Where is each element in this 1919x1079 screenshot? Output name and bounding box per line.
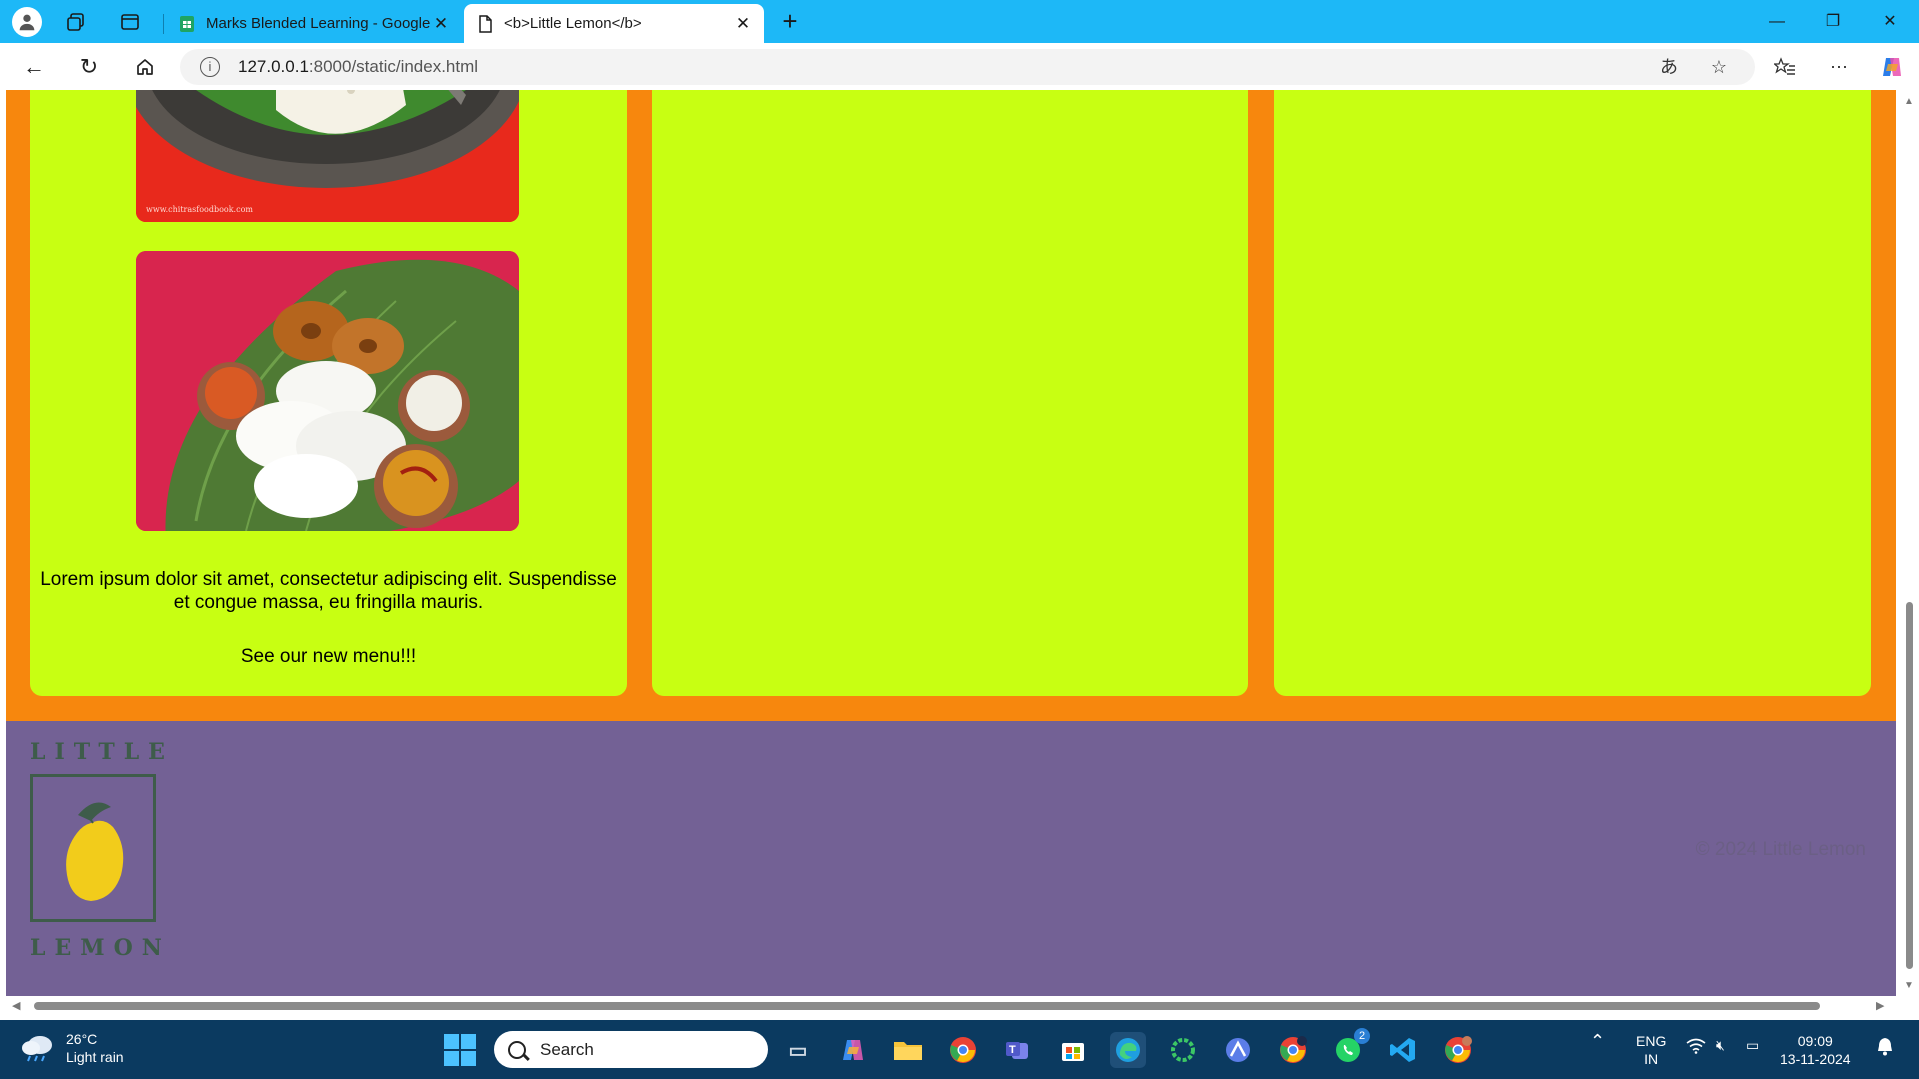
- scroll-up-arrow-icon[interactable]: ▲: [1904, 96, 1914, 107]
- weather-temperature: 26°C: [66, 1031, 98, 1047]
- tab-title: Marks Blended Learning - Google: [206, 15, 431, 32]
- language-region: IN: [1644, 1051, 1659, 1067]
- refresh-icon[interactable]: ↻: [74, 52, 104, 82]
- chrome-icon[interactable]: [945, 1032, 981, 1068]
- file-explorer-icon[interactable]: [890, 1032, 926, 1068]
- vscode-icon[interactable]: [1385, 1032, 1421, 1068]
- edge-icon[interactable]: [1110, 1032, 1146, 1068]
- search-placeholder: Search: [540, 1039, 594, 1059]
- scroll-down-arrow-icon[interactable]: ▼: [1904, 980, 1914, 991]
- windows-taskbar: 26°C Light rain Search ▭ T 2 ⌃ ENG IN 🔇︎…: [0, 1020, 1919, 1079]
- teams-icon[interactable]: T: [1000, 1032, 1036, 1068]
- favorite-star-icon[interactable]: ☆: [1704, 52, 1734, 82]
- read-aloud-translate-icon[interactable]: あ: [1654, 52, 1684, 82]
- lemon-icon: [66, 802, 124, 901]
- google-sheets-icon: [180, 15, 194, 32]
- home-icon[interactable]: [130, 52, 160, 82]
- clock-date: 13-11-2024: [1780, 1051, 1851, 1067]
- restore-button[interactable]: ❐: [1813, 8, 1853, 36]
- empty-card: [652, 90, 1248, 696]
- profile-avatar-icon[interactable]: [12, 7, 42, 37]
- vector-app-icon[interactable]: [1220, 1032, 1256, 1068]
- menu-description: Lorem ipsum dolor sit amet, consectetur …: [40, 569, 617, 613]
- menu-card: www.chitrasfoodbook.com Lorem ipsum dolo…: [30, 90, 627, 696]
- weather-description: Light rain: [66, 1049, 124, 1065]
- idli-vada-dish-image: [136, 251, 519, 531]
- horizontal-scroll-thumb[interactable]: [34, 1002, 1820, 1010]
- chrome-profile-icon[interactable]: [1275, 1032, 1311, 1068]
- browser-toolbar: ← ↻ i 127.0.0.1:8000/static/index.html あ…: [0, 43, 1919, 90]
- logo-text-bottom: LEMON: [30, 935, 171, 961]
- site-info-icon[interactable]: i: [200, 57, 220, 77]
- little-lemon-logo: LITTLE LEMON: [30, 739, 174, 969]
- microsoft-store-icon[interactable]: [1055, 1032, 1091, 1068]
- notification-bell-icon[interactable]: [1876, 1036, 1894, 1060]
- new-tab-button[interactable]: +: [776, 8, 804, 36]
- see-menu-text: See our new menu!!!: [240, 646, 417, 667]
- language-code: ENG: [1636, 1033, 1667, 1049]
- whatsapp-notification-badge: 2: [1354, 1028, 1370, 1044]
- show-hidden-icons-chevron-icon[interactable]: ⌃: [1590, 1032, 1605, 1050]
- logo-frame: [30, 774, 156, 922]
- address-field[interactable]: i 127.0.0.1:8000/static/index.html: [180, 49, 1755, 85]
- whatsapp-icon[interactable]: 2: [1330, 1028, 1370, 1068]
- minimize-button[interactable]: —: [1757, 8, 1797, 36]
- page-document-icon: [479, 14, 492, 33]
- workspaces-icon[interactable]: [62, 8, 90, 36]
- url-path: :8000/static/index.html: [308, 57, 479, 76]
- favorites-list-icon[interactable]: [1770, 52, 1800, 82]
- vertical-tabs-icon[interactable]: [116, 8, 144, 36]
- copilot-icon[interactable]: [1877, 52, 1907, 82]
- weather-widget[interactable]: 26°C Light rain: [20, 1030, 124, 1066]
- more-options-icon[interactable]: ⋯: [1824, 52, 1854, 82]
- wifi-icon[interactable]: [1686, 1038, 1706, 1058]
- horizontal-scrollbar[interactable]: ◀ ▶: [0, 996, 1900, 1015]
- image-watermark: www.chitrasfoodbook.com: [146, 205, 253, 214]
- vertical-scrollbar[interactable]: ▲ ▼: [1900, 90, 1919, 1008]
- tab-title: <b>Little Lemon</b>: [504, 15, 642, 32]
- back-arrow-icon[interactable]: ←: [19, 52, 49, 82]
- clock-time: 09:09: [1797, 1033, 1833, 1049]
- scroll-left-arrow-icon[interactable]: ◀: [12, 999, 20, 1012]
- page-viewport: www.chitrasfoodbook.com Lorem ipsum dolo…: [0, 90, 1900, 996]
- tab-close-icon[interactable]: ✕: [432, 14, 450, 34]
- cards-section: www.chitrasfoodbook.com Lorem ipsum dolo…: [6, 90, 1896, 721]
- copilot-app-icon[interactable]: [835, 1032, 871, 1068]
- upma-dish-image: www.chitrasfoodbook.com: [136, 90, 519, 222]
- loader-app-icon[interactable]: [1165, 1032, 1201, 1068]
- tab-marks-blended-learning[interactable]: Marks Blended Learning - Google ✕: [166, 4, 462, 43]
- volume-muted-icon[interactable]: 🔇︎: [1716, 1036, 1725, 1054]
- browser-tab-bar: Marks Blended Learning - Google ✕ <b>Lit…: [0, 0, 1919, 43]
- url-host: 127.0.0.1: [238, 57, 309, 76]
- svg-text:T: T: [1009, 1044, 1016, 1056]
- clock[interactable]: 09:09 13-11-2024: [1780, 1032, 1851, 1068]
- close-window-button[interactable]: ✕: [1870, 8, 1910, 36]
- tab-close-icon[interactable]: ✕: [734, 14, 752, 34]
- task-view-icon[interactable]: ▭: [780, 1032, 816, 1068]
- vertical-scroll-thumb[interactable]: [1906, 602, 1913, 969]
- empty-card: [1274, 90, 1871, 696]
- search-icon: [508, 1040, 526, 1059]
- site-footer: LITTLE LEMON © 2024 Little Lemon: [6, 721, 1896, 996]
- chrome-user-icon[interactable]: [1440, 1032, 1476, 1068]
- scroll-right-arrow-icon[interactable]: ▶: [1876, 999, 1884, 1012]
- logo-text-top: LITTLE: [30, 739, 174, 765]
- start-windows-icon[interactable]: [444, 1034, 476, 1066]
- copyright-text: © 2024 Little Lemon: [1695, 839, 1866, 860]
- tab-separator: [163, 14, 164, 34]
- taskbar-search[interactable]: Search: [494, 1031, 768, 1068]
- tab-little-lemon[interactable]: <b>Little Lemon</b> ✕: [464, 4, 764, 43]
- language-indicator[interactable]: ENG IN: [1636, 1032, 1666, 1068]
- battery-icon[interactable]: ▭: [1746, 1036, 1759, 1054]
- rain-cloud-icon: [20, 1033, 56, 1063]
